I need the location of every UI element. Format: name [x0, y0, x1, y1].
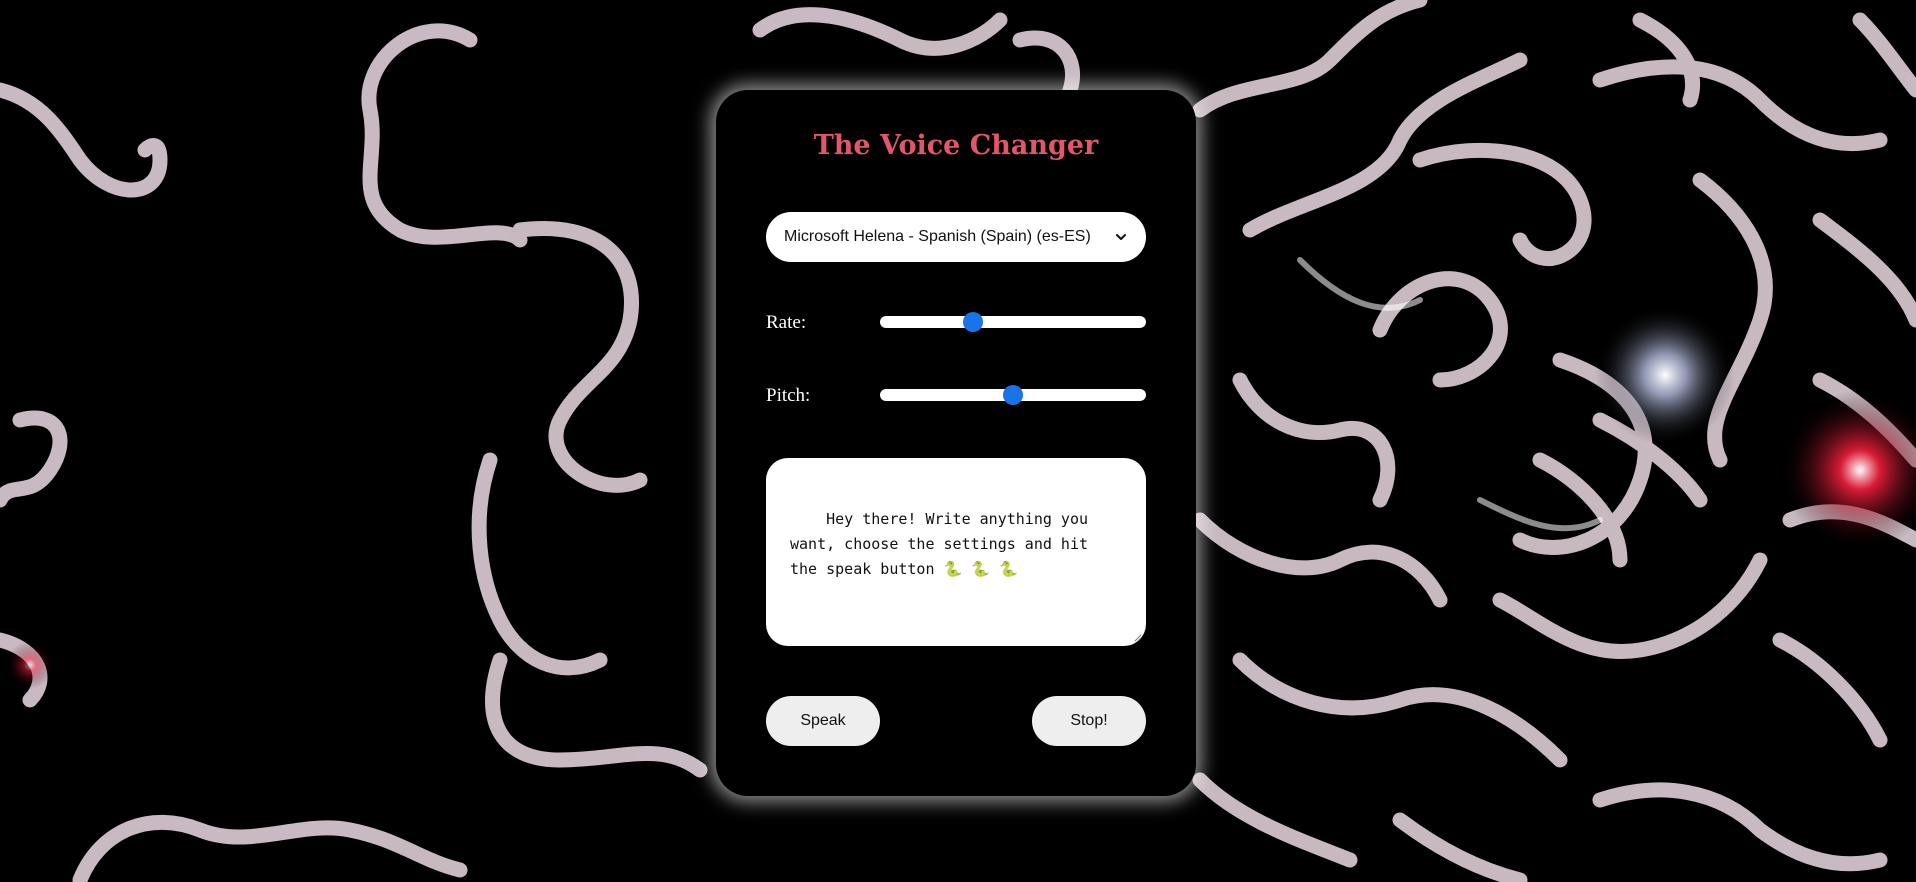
voice-select-value: Microsoft Helena - Spanish (Spain) (es-E…	[784, 228, 1091, 245]
rate-slider[interactable]	[880, 312, 1146, 332]
rate-label: Rate:	[766, 312, 807, 333]
pitch-label: Pitch:	[766, 385, 811, 406]
speech-text-input[interactable]: Hey there! Write anything you want, choo…	[766, 458, 1146, 646]
voice-changer-card: The Voice Changer Microsoft Helena - Spa…	[716, 90, 1196, 796]
page-title: The Voice Changer	[813, 130, 1099, 161]
stop-button[interactable]: Stop!	[1032, 696, 1146, 746]
resize-grip-icon[interactable]	[1134, 634, 1142, 642]
voice-select[interactable]: Microsoft Helena - Spanish (Spain) (es-E…	[766, 212, 1146, 262]
speech-text-value: Hey there! Write anything you want, choo…	[790, 510, 1098, 578]
speak-button[interactable]: Speak	[766, 696, 880, 746]
rate-slider-thumb[interactable]	[963, 312, 984, 332]
chevron-down-icon	[1114, 230, 1128, 244]
pitch-slider-thumb[interactable]	[1003, 385, 1023, 405]
pitch-slider[interactable]	[880, 385, 1146, 405]
